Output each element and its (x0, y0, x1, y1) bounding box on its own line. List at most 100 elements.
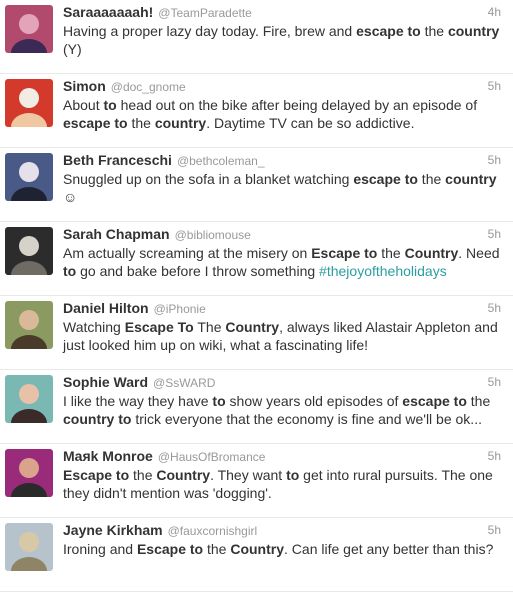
user-handle[interactable]: @iPhonie (154, 302, 206, 316)
tweet-text: Escape to the Country. They want to get … (63, 466, 501, 502)
hashtag-link[interactable]: #thejoyoftheholidays (319, 263, 447, 279)
tweet-text-segment: trick everyone that the economy is fine … (131, 411, 482, 427)
search-highlight: escape to (402, 393, 467, 409)
tweet-item[interactable]: Sophie Ward @SsWARD 5h I like the way they … (0, 370, 513, 444)
tweet-text-segment: the (420, 23, 448, 39)
tweet-content: Beth Franceschi @bethcoleman_ 5h Snuggled u… (63, 151, 501, 206)
search-highlight: escape to (63, 115, 128, 131)
tweet-text-segment: The (193, 319, 226, 335)
tweet-text-segment: the (129, 467, 157, 483)
avatar[interactable] (5, 301, 53, 349)
avatar[interactable] (5, 227, 53, 275)
search-highlight: escape to (356, 23, 421, 39)
tweet-item[interactable]: Beth Franceschi @bethcoleman_ 5h Snuggled u… (0, 148, 513, 222)
user-handle[interactable]: @fauxcornishgirl (168, 524, 258, 538)
search-highlight: country (447, 23, 500, 39)
tweet-text-segment: Snuggled up on the sofa in a blanket wat… (63, 171, 354, 187)
tweet-feed: Saraaaaaaah! @TeamParadette 4h Having a pro… (0, 0, 513, 592)
user-name[interactable]: Simon (63, 78, 106, 94)
user-name[interactable]: Saraaaaaaah! (63, 4, 153, 20)
user-name[interactable]: Daniel Hilton (63, 300, 149, 316)
search-highlight: country to (63, 411, 132, 427)
timestamp[interactable]: 5h (488, 373, 501, 391)
avatar-image (5, 5, 53, 53)
timestamp[interactable]: 5h (488, 521, 501, 539)
avatar[interactable] (5, 449, 53, 497)
tweet-header: Saraaaaaaah! @TeamParadette 4h (63, 3, 501, 21)
search-highlight: Escape to (136, 541, 204, 557)
tweet-item[interactable]: Maяk Monroe @HausOfBromance 5h Escape to th… (0, 444, 513, 518)
tweet-header: Sophie Ward @SsWARD 5h (63, 373, 501, 391)
tweet-header: Simon @doc_gnome 5h (63, 77, 501, 95)
user-name[interactable]: Maяk Monroe (63, 448, 153, 464)
search-highlight: country (154, 115, 207, 131)
user-name[interactable]: Jayne Kirkham (63, 522, 163, 538)
timestamp[interactable]: 5h (488, 151, 501, 169)
timestamp[interactable]: 5h (488, 225, 501, 243)
tweet-text-segment: the (417, 171, 446, 187)
tweet-text-segment: . Can life get any better than this? (284, 541, 494, 557)
tweet-text-segment: (Y) (63, 41, 82, 57)
search-highlight: Country (225, 319, 280, 335)
tweet-text: Watching Escape To The Country, always l… (63, 318, 501, 354)
tweet-text-segment: ☺ (63, 189, 78, 205)
user-handle[interactable]: @bibliomouse (175, 228, 251, 242)
tweet-header: Daniel Hilton @iPhonie 5h (63, 299, 501, 317)
user-handle[interactable]: @bethcoleman_ (177, 154, 265, 168)
avatar-image (5, 301, 53, 349)
avatar[interactable] (5, 523, 53, 571)
avatar-image (5, 227, 53, 275)
avatar[interactable] (5, 375, 53, 423)
user-name[interactable]: Sophie Ward (63, 374, 148, 390)
search-highlight: to (212, 393, 226, 409)
tweet-header: Sarah Chapman @bibliomouse 5h (63, 225, 501, 243)
search-highlight: Country (156, 467, 211, 483)
avatar-image (5, 153, 53, 201)
tweet-content: Sarah Chapman @bibliomouse 5h Am actually s… (63, 225, 501, 280)
search-highlight: Country (230, 541, 285, 557)
tweet-text-segment: the (377, 245, 405, 261)
tweet-text: I like the way they have to show years o… (63, 392, 501, 428)
tweet-text-segment: head out on the bike after being delayed… (116, 97, 478, 113)
timestamp[interactable]: 5h (488, 447, 501, 465)
tweet-text: Having a proper lazy day today. Fire, br… (63, 22, 501, 58)
search-highlight: to (103, 97, 117, 113)
tweet-content: Sophie Ward @SsWARD 5h I like the way they … (63, 373, 501, 428)
user-handle[interactable]: @TeamParadette (158, 6, 252, 20)
tweet-text-segment: . They want (210, 467, 287, 483)
tweet-content: Daniel Hilton @iPhonie 5h Watching Escape T… (63, 299, 501, 354)
tweet-text-segment: the (203, 541, 231, 557)
tweet-text: Snuggled up on the sofa in a blanket wat… (63, 170, 501, 206)
user-name[interactable]: Sarah Chapman (63, 226, 170, 242)
user-name[interactable]: Beth Franceschi (63, 152, 172, 168)
tweet-item[interactable]: Saraaaaaaah! @TeamParadette 4h Having a pro… (0, 0, 513, 74)
search-highlight: to (63, 263, 77, 279)
tweet-text-segment: the (127, 115, 155, 131)
tweet-text-segment: Am actually screaming at the misery on (63, 245, 312, 261)
avatar[interactable] (5, 79, 53, 127)
user-handle[interactable]: @SsWARD (153, 376, 215, 390)
tweet-item[interactable]: Sarah Chapman @bibliomouse 5h Am actually s… (0, 222, 513, 296)
timestamp[interactable]: 4h (488, 3, 501, 21)
avatar-image (5, 79, 53, 127)
tweet-item[interactable]: Jayne Kirkham @fauxcornishgirl 5h Ironing a… (0, 518, 513, 592)
search-highlight: Country (404, 245, 459, 261)
tweet-item[interactable]: Daniel Hilton @iPhonie 5h Watching Escape T… (0, 296, 513, 370)
tweet-text-segment: . Daytime TV can be so addictive. (206, 115, 415, 131)
user-handle[interactable]: @doc_gnome (111, 80, 186, 94)
tweet-content: Maяk Monroe @HausOfBromance 5h Escape to th… (63, 447, 501, 502)
tweet-text-segment: About (63, 97, 104, 113)
timestamp[interactable]: 5h (488, 77, 501, 95)
avatar[interactable] (5, 5, 53, 53)
tweet-item[interactable]: Simon @doc_gnome 5h About to head out on th… (0, 74, 513, 148)
user-handle[interactable]: @HausOfBromance (158, 450, 266, 464)
tweet-content: Jayne Kirkham @fauxcornishgirl 5h Ironing a… (63, 521, 501, 558)
tweet-text-segment: Having a proper lazy day today. Fire, br… (63, 23, 357, 39)
search-highlight: Escape To (124, 319, 194, 335)
avatar[interactable] (5, 153, 53, 201)
avatar-image (5, 523, 53, 571)
search-highlight: Escape to (63, 467, 130, 483)
timestamp[interactable]: 5h (488, 299, 501, 317)
search-highlight: escape to (353, 171, 418, 187)
tweet-text: Am actually screaming at the misery on E… (63, 244, 501, 280)
